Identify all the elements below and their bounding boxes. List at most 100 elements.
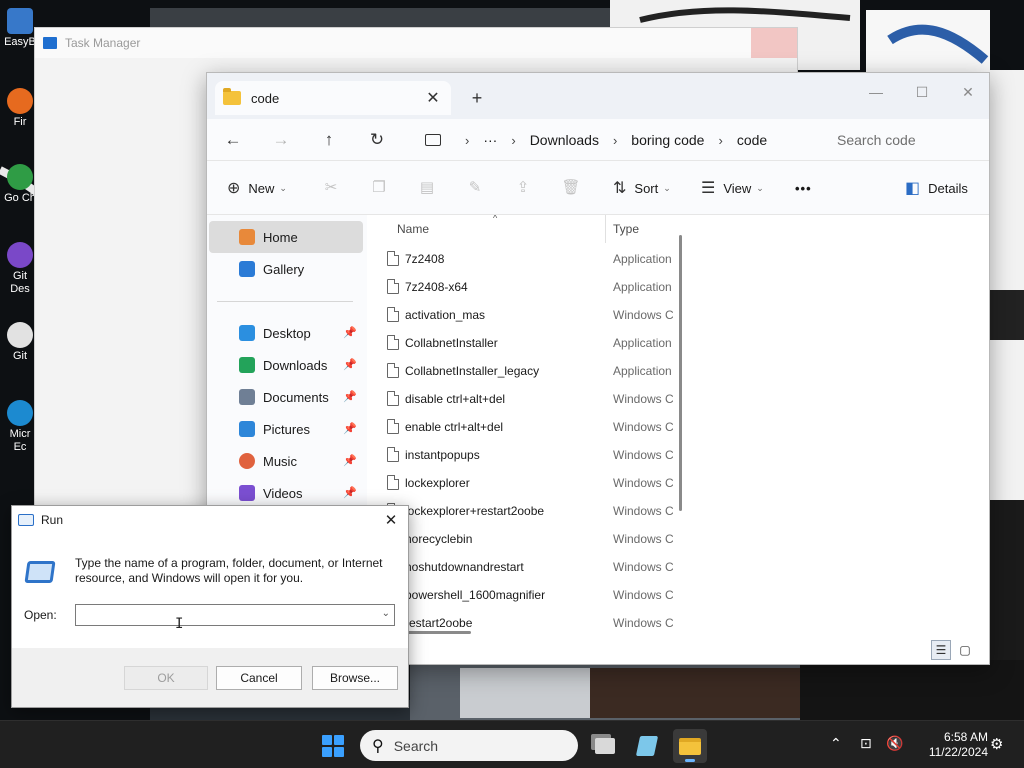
file-row[interactable]: CollabnetInstaller Application — [369, 329, 689, 357]
back-button[interactable]: ← — [217, 125, 249, 155]
taskbar-app-terminal[interactable] — [630, 729, 664, 763]
desktop-icon-edge[interactable]: Micr Ec — [2, 400, 38, 454]
forward-button[interactable]: → — [265, 125, 297, 155]
taskbar-app-file-explorer[interactable] — [673, 729, 707, 763]
run-close-button[interactable]: ✕ — [378, 508, 404, 532]
browse-button[interactable]: Browse... — [312, 666, 398, 690]
delete-icon[interactable]: 🗑 — [561, 177, 581, 197]
pin-icon[interactable]: 📌 — [343, 390, 357, 403]
column-header-type[interactable]: Type — [613, 215, 683, 243]
up-button[interactable]: ↑ — [313, 125, 345, 155]
cancel-button[interactable]: Cancel — [216, 666, 302, 690]
file-row[interactable]: enable ctrl+alt+del Windows C — [369, 413, 689, 441]
file-row[interactable]: disable ctrl+alt+del Windows C — [369, 385, 689, 413]
breadcrumb-code[interactable]: code — [737, 132, 767, 148]
overflow-dots-icon[interactable]: ··· — [483, 132, 497, 148]
details-pane-icon: ◧ — [905, 180, 921, 197]
new-tab-button[interactable]: + — [463, 85, 491, 111]
sidebar-item-music[interactable]: Music 📌 — [209, 445, 363, 477]
file-row[interactable]: norecyclebin Windows C — [369, 525, 689, 553]
close-button[interactable]: ✕ — [945, 77, 989, 107]
pin-icon[interactable]: 📌 — [343, 486, 357, 499]
open-label: Open: — [24, 608, 57, 622]
breadcrumb-boring-code[interactable]: boring code — [631, 132, 704, 148]
sort-button[interactable]: ⇅ Sort ⌄ — [613, 173, 671, 203]
file-row[interactable]: lockexplorer Windows C — [369, 469, 689, 497]
horizontal-scrollbar[interactable] — [399, 631, 471, 634]
volume-muted-icon[interactable]: 🔇 — [886, 735, 903, 752]
desktop-icon-firefox[interactable]: Fir — [2, 88, 38, 129]
explorer-titlebar[interactable]: code ✕ + — ☐ ✕ — [207, 73, 989, 119]
sort-icon: ⇅ — [613, 180, 627, 197]
desktop-icon-git[interactable]: Git — [2, 322, 38, 363]
open-input[interactable] — [76, 605, 376, 625]
pin-icon[interactable]: 📌 — [343, 358, 357, 371]
vertical-scrollbar[interactable] — [679, 235, 682, 511]
sidebar-item-pictures[interactable]: Pictures 📌 — [209, 413, 363, 445]
view-button[interactable]: ☰ View ⌄ — [701, 173, 764, 203]
breadcrumb-downloads[interactable]: Downloads — [530, 132, 599, 148]
sidebar-item-label: Videos — [263, 485, 303, 501]
search-box[interactable]: Search code — [821, 123, 989, 157]
documents-icon — [239, 389, 255, 405]
pin-icon[interactable]: 📌 — [343, 326, 357, 339]
file-row[interactable]: powershell_1600magnifier Windows C — [369, 581, 689, 609]
open-combobox[interactable]: ⌄ — [75, 604, 395, 626]
file-row[interactable]: 7z2408-x64 Application — [369, 273, 689, 301]
chevron-up-icon[interactable]: ⌃ — [830, 735, 842, 752]
tab-close-button[interactable]: ✕ — [421, 86, 445, 110]
pin-icon[interactable]: 📌 — [343, 422, 357, 435]
file-row[interactable]: 7z2408 Application — [369, 245, 689, 273]
refresh-button[interactable]: ↻ — [361, 125, 393, 155]
tiles-view-icon[interactable]: ▢ — [955, 640, 975, 660]
sidebar-item-documents[interactable]: Documents 📌 — [209, 381, 363, 413]
sidebar-item-gallery[interactable]: Gallery — [209, 253, 363, 285]
file-type: Windows C — [613, 420, 673, 434]
notifications-icon[interactable]: ⚙ — [990, 735, 1003, 753]
run-dialog[interactable]: Run ✕ Type the name of a program, folder… — [11, 505, 409, 708]
ok-button[interactable]: OK — [124, 666, 208, 690]
task-manager-titlebar[interactable]: Task Manager — [35, 28, 797, 58]
details-button[interactable]: ◧ Details — [905, 173, 968, 203]
share-icon[interactable]: ⇪ — [513, 177, 533, 197]
taskbar-clock[interactable]: 6:58 AM 11/22/2024 — [912, 730, 988, 760]
file-name: disable ctrl+alt+del — [405, 392, 506, 406]
rename-icon[interactable]: ✎ — [465, 177, 485, 197]
file-row[interactable]: instantpopups Windows C — [369, 441, 689, 469]
column-divider[interactable] — [605, 215, 606, 243]
desktop-icon — [239, 325, 255, 341]
chevron-down-icon[interactable]: ⌄ — [382, 608, 390, 619]
task-manager-close-button[interactable] — [751, 28, 797, 58]
file-row[interactable]: activation_mas Windows C — [369, 301, 689, 329]
file-name: 7z2408 — [405, 252, 445, 266]
desktop-icon-easyb[interactable]: EasyB — [2, 8, 38, 49]
file-row[interactable]: noshutdownandrestart Windows C — [369, 553, 689, 581]
file-row[interactable]: lockexplorer+restart2oobe Windows C — [369, 497, 689, 525]
new-button[interactable]: ⊕ New ⌄ — [227, 173, 287, 203]
minimize-button[interactable]: — — [853, 77, 899, 107]
taskbar-task-view[interactable] — [588, 729, 622, 763]
details-view-icon[interactable]: ☰ — [931, 640, 951, 660]
sidebar-item-label: Pictures — [263, 421, 310, 437]
folder-icon — [679, 737, 701, 755]
pin-icon[interactable]: 📌 — [343, 454, 357, 467]
desktop-icon-chrome[interactable]: Go Ch — [2, 164, 38, 205]
network-icon[interactable]: ⊡ — [860, 735, 872, 752]
address-bar[interactable]: › ··· › Downloads › boring code › code — [417, 123, 813, 157]
taskbar-search[interactable]: ⚲ Search — [360, 730, 578, 761]
more-options-button[interactable]: ••• — [795, 173, 812, 203]
start-button[interactable] — [318, 731, 348, 761]
run-titlebar[interactable]: Run — [12, 506, 408, 534]
cut-icon[interactable]: ✂ — [321, 177, 341, 197]
sidebar-item-desktop[interactable]: Desktop 📌 — [209, 317, 363, 349]
sidebar-item-home[interactable]: Home — [209, 221, 363, 253]
copy-icon[interactable]: ❐ — [369, 177, 389, 197]
explorer-tab[interactable]: code ✕ — [215, 81, 451, 115]
maximize-button[interactable]: ☐ — [899, 77, 945, 107]
file-icon — [387, 363, 399, 378]
paste-icon[interactable]: ▤ — [417, 177, 437, 197]
file-row[interactable]: CollabnetInstaller_legacy Application — [369, 357, 689, 385]
desktop-icon-github-desktop[interactable]: Git Des — [2, 242, 38, 296]
sidebar-item-downloads[interactable]: Downloads 📌 — [209, 349, 363, 381]
search-placeholder: Search code — [837, 132, 916, 148]
